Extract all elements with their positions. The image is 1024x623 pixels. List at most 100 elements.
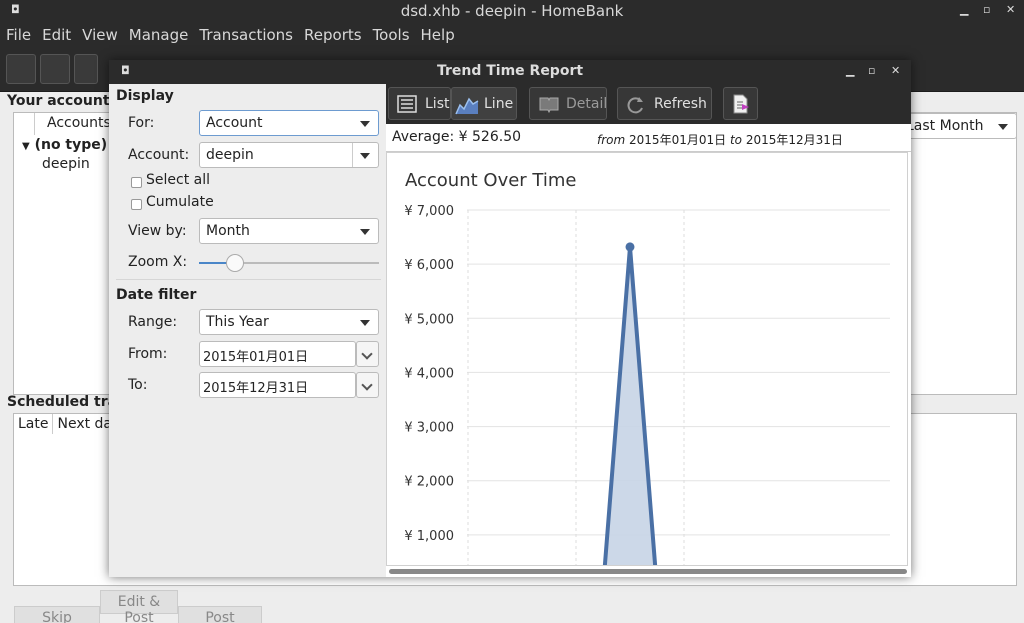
view-by-select[interactable]: Month: [199, 218, 379, 244]
chevron-down-icon: [360, 320, 370, 326]
refresh-button-label: Refresh: [654, 96, 707, 112]
edit-post-button[interactable]: Edit & Post: [100, 590, 178, 623]
accounts-header: Your accounts: [7, 93, 118, 109]
y-tick-label: ¥ 3,000: [404, 421, 454, 436]
scheduled-buttons: SkipEdit & Post Post: [14, 590, 262, 623]
options-panel: Display For: Account Account: deepin Sel…: [109, 84, 386, 577]
y-tick-label: ¥ 5,000: [404, 312, 454, 327]
range-from-word: from: [597, 133, 626, 147]
account-group-row[interactable]: ▼ (no type): [22, 137, 107, 153]
display-section-title: Display: [116, 88, 174, 104]
menu-tools[interactable]: Tools: [367, 24, 415, 44]
range-select-value: This Year: [206, 314, 269, 330]
menu-help[interactable]: Help: [415, 24, 460, 44]
from-date-input[interactable]: 2015年01月01日: [199, 341, 356, 367]
chevron-down-icon: [360, 121, 370, 127]
chevron-down-icon: [361, 348, 373, 360]
refresh-button[interactable]: Refresh: [617, 87, 712, 120]
y-tick-label: ¥ 2,000: [404, 475, 454, 490]
account-select[interactable]: deepin: [199, 142, 379, 168]
average-display: Average: ¥ 526.50: [392, 129, 521, 145]
post-button[interactable]: Post: [178, 606, 262, 623]
list-button-label: List: [425, 96, 450, 112]
range-to-word: to: [729, 133, 742, 147]
main-window-title: dsd.xhb - deepin - HomeBank: [400, 2, 624, 20]
new-file-button[interactable]: [6, 54, 36, 84]
summary-bar: Average: ¥ 526.50 from 2015年01月01日 to 20…: [386, 124, 911, 152]
period-select[interactable]: Last Month: [897, 113, 1017, 139]
export-button[interactable]: [723, 87, 758, 120]
range-select[interactable]: This Year: [199, 309, 379, 335]
export-icon: [733, 94, 749, 114]
maximize-icon[interactable]: ▫: [983, 3, 990, 16]
line-chart-icon: [455, 97, 479, 115]
account-row[interactable]: deepin: [42, 156, 90, 172]
for-select-value: Account: [206, 115, 263, 131]
y-tick-label: ¥ 6,000: [404, 258, 454, 273]
to-date-input[interactable]: 2015年12月31日: [199, 372, 356, 398]
menubar: File Edit View Manage Transactions Reports Too…: [0, 24, 1024, 48]
zoom-label: Zoom X:: [128, 254, 188, 270]
detail-button-label: Detail: [566, 96, 608, 112]
trend-time-report-dialog: ◘ Trend Time Report ▁ ▫ ✕ Display For: A…: [109, 60, 911, 577]
view-by-select-value: Month: [206, 223, 250, 239]
range-to-date: 2015年12月31日: [745, 133, 843, 147]
detail-button[interactable]: Detail: [529, 87, 607, 120]
for-label: For:: [128, 115, 155, 131]
to-date-picker-button[interactable]: [356, 372, 379, 398]
book-icon: [539, 97, 559, 113]
expander-icon[interactable]: ▼: [22, 141, 30, 152]
account-group-label: (no type): [34, 137, 108, 153]
combo-divider: [352, 143, 353, 167]
view-by-label: View by:: [128, 223, 187, 239]
menu-view[interactable]: View: [76, 24, 123, 44]
chevron-down-icon: [998, 124, 1008, 130]
col-late[interactable]: Late: [14, 414, 54, 434]
dialog-titlebar: ◘ Trend Time Report ▁ ▫ ✕: [109, 60, 911, 84]
dialog-title: Trend Time Report: [436, 63, 584, 79]
open-file-button[interactable]: [40, 54, 70, 84]
skip-button[interactable]: Skip: [14, 606, 100, 623]
y-tick-label: ¥ 1,000: [404, 529, 454, 544]
to-label: To:: [128, 377, 148, 393]
area-chart: ¥ 1,000 ¥ 2,000 ¥ 3,000 ¥ 4,000 ¥ 5,000 ¥ 6,0…: [404, 204, 890, 565]
zoom-slider-handle[interactable]: [226, 254, 244, 272]
cumulate-label: Cumulate: [146, 194, 214, 210]
select-all-checkbox[interactable]: [131, 177, 142, 188]
dialog-minimize-icon[interactable]: ▁: [846, 64, 854, 77]
menu-file[interactable]: File: [0, 24, 36, 44]
section-divider: [116, 279, 381, 280]
minimize-icon[interactable]: ▁: [960, 3, 968, 16]
open-recent-button[interactable]: [74, 54, 98, 84]
chevron-down-icon: [361, 379, 373, 391]
chart-area: Account Over Time ¥ 1,000 ¥ 2,000 ¥ 3,000 ¥…: [386, 152, 908, 566]
list-view-button[interactable]: List: [388, 87, 451, 120]
close-icon[interactable]: ✕: [1006, 3, 1015, 16]
date-range-display: from 2015年01月01日 to 2015年12月31日: [597, 131, 843, 148]
cumulate-checkbox[interactable]: [131, 199, 142, 210]
from-label: From:: [128, 346, 168, 362]
list-icon: [397, 95, 417, 113]
range-from-date: 2015年01月01日: [629, 133, 727, 147]
line-view-button[interactable]: Line: [451, 87, 517, 120]
chevron-down-icon: [360, 153, 370, 159]
average-label: Average:: [392, 129, 455, 145]
chevron-down-icon: [360, 229, 370, 235]
dialog-maximize-icon[interactable]: ▫: [868, 64, 875, 77]
main-titlebar: ◘ dsd.xhb - deepin - HomeBank ▁ ▫ ✕: [0, 0, 1024, 24]
date-filter-section-title: Date filter: [116, 287, 197, 303]
menu-reports[interactable]: Reports: [298, 24, 367, 44]
select-all-label: Select all: [146, 172, 210, 188]
for-select[interactable]: Account: [199, 110, 379, 136]
menu-manage[interactable]: Manage: [123, 24, 194, 44]
y-tick-label: ¥ 7,000: [404, 204, 454, 219]
report-toolbar: List Line Detail Refresh: [386, 84, 911, 124]
horizontal-scrollbar[interactable]: [389, 569, 907, 574]
account-label: Account:: [128, 147, 190, 163]
average-value: ¥ 526.50: [458, 129, 522, 145]
menu-edit[interactable]: Edit: [36, 24, 76, 44]
dialog-close-icon[interactable]: ✕: [891, 64, 900, 77]
from-date-picker-button[interactable]: [356, 341, 379, 367]
account-select-value: deepin: [206, 147, 254, 163]
menu-transactions[interactable]: Transactions: [193, 24, 298, 44]
